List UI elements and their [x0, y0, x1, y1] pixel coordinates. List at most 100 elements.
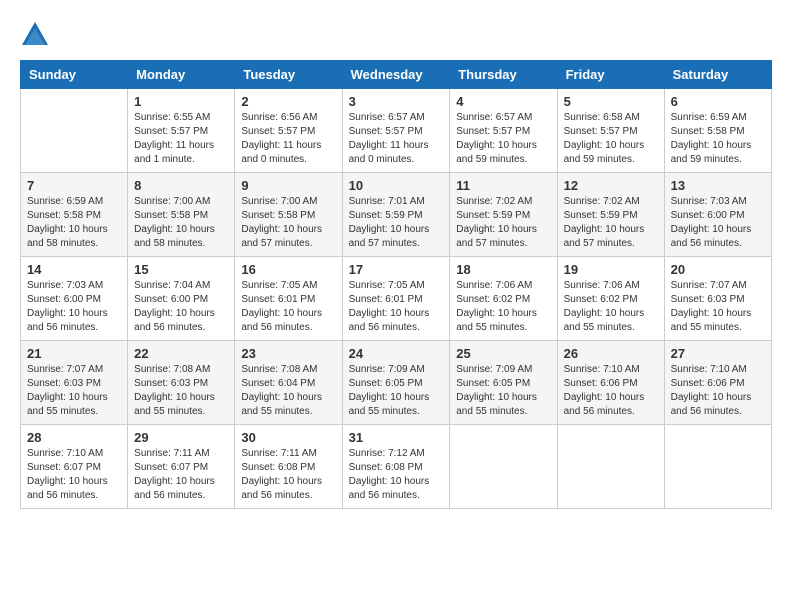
calendar-cell: 23Sunrise: 7:08 AM Sunset: 6:04 PM Dayli… [235, 341, 342, 425]
day-number: 24 [349, 346, 444, 361]
day-number: 3 [349, 94, 444, 109]
day-number: 9 [241, 178, 335, 193]
weekday-header: Wednesday [342, 61, 450, 89]
day-number: 1 [134, 94, 228, 109]
calendar-cell: 11Sunrise: 7:02 AM Sunset: 5:59 PM Dayli… [450, 173, 557, 257]
day-number: 4 [456, 94, 550, 109]
weekday-header: Monday [128, 61, 235, 89]
calendar-week-row: 14 Sunrise: 7:03 AM Sunset: 6:00 PM Dayli… [21, 257, 772, 341]
calendar-cell: 4 Sunrise: 6:57 AM Sunset: 5:57 PM Daylig… [450, 89, 557, 173]
day-number: 21 [27, 346, 121, 361]
calendar-cell [557, 425, 664, 509]
calendar-cell: 27 Sunrise: 7:10 AM Sunset: 6:06 PM Dayli… [664, 341, 771, 425]
calendar-cell: 20 Sunrise: 7:07 AM Sunset: 6:03 PM Dayli… [664, 257, 771, 341]
calendar-cell: 24 Sunrise: 7:09 AM Sunset: 6:05 PM Dayli… [342, 341, 450, 425]
day-info: Sunrise: 7:10 AM Sunset: 6:06 PM Dayligh… [564, 363, 658, 419]
day-number: 23 [241, 346, 335, 361]
calendar-cell: 9 Sunrise: 7:00 AM Sunset: 5:58 PM Daylig… [235, 173, 342, 257]
weekday-header: Thursday [450, 61, 557, 89]
day-info: Sunrise: 6:59 AM Sunset: 5:58 PM Dayligh… [27, 195, 121, 251]
calendar-cell: 8 Sunrise: 7:00 AM Sunset: 5:58 PM Daylig… [128, 173, 235, 257]
calendar-cell: 26 Sunrise: 7:10 AM Sunset: 6:06 PM Dayli… [557, 341, 664, 425]
calendar-cell: 10Sunrise: 7:01 AM Sunset: 5:59 PM Dayli… [342, 173, 450, 257]
day-info: Sunrise: 6:58 AM Sunset: 5:57 PM Dayligh… [564, 111, 658, 167]
page-header [20, 20, 772, 50]
calendar-cell: 6 Sunrise: 6:59 AM Sunset: 5:58 PM Daylig… [664, 89, 771, 173]
calendar-cell: 16Sunrise: 7:05 AM Sunset: 6:01 PM Dayli… [235, 257, 342, 341]
day-info: Sunrise: 6:57 AM Sunset: 5:57 PM Dayligh… [349, 111, 444, 167]
day-number: 26 [564, 346, 658, 361]
day-number: 17 [349, 262, 444, 277]
day-info: Sunrise: 7:06 AM Sunset: 6:02 PM Dayligh… [456, 279, 550, 335]
day-info: Sunrise: 7:06 AM Sunset: 6:02 PM Dayligh… [564, 279, 658, 335]
day-info: Sunrise: 7:02 AM Sunset: 5:59 PM Dayligh… [564, 195, 658, 251]
calendar-cell: 3 Sunrise: 6:57 AM Sunset: 5:57 PM Daylig… [342, 89, 450, 173]
calendar-cell [21, 89, 128, 173]
day-info: Sunrise: 7:03 AM Sunset: 6:00 PM Dayligh… [27, 279, 121, 335]
calendar-cell: 14 Sunrise: 7:03 AM Sunset: 6:00 PM Dayli… [21, 257, 128, 341]
calendar-cell: 7 Sunrise: 6:59 AM Sunset: 5:58 PM Daylig… [21, 173, 128, 257]
day-number: 6 [671, 94, 765, 109]
calendar-cell: 28 Sunrise: 7:10 AM Sunset: 6:07 PM Dayli… [21, 425, 128, 509]
calendar-cell [450, 425, 557, 509]
day-info: Sunrise: 7:03 AM Sunset: 6:00 PM Dayligh… [671, 195, 765, 251]
calendar-week-row: 1 Sunrise: 6:55 AM Sunset: 5:57 PM Daylig… [21, 89, 772, 173]
day-number: 31 [349, 430, 444, 445]
day-info: Sunrise: 7:11 AM Sunset: 6:08 PM Dayligh… [241, 447, 335, 503]
day-info: Sunrise: 7:07 AM Sunset: 6:03 PM Dayligh… [27, 363, 121, 419]
calendar-cell: 19 Sunrise: 7:06 AM Sunset: 6:02 PM Dayli… [557, 257, 664, 341]
calendar-cell: 25 Sunrise: 7:09 AM Sunset: 6:05 PM Dayli… [450, 341, 557, 425]
day-info: Sunrise: 6:57 AM Sunset: 5:57 PM Dayligh… [456, 111, 550, 167]
logo-icon [20, 20, 50, 50]
day-info: Sunrise: 6:59 AM Sunset: 5:58 PM Dayligh… [671, 111, 765, 167]
day-info: Sunrise: 7:08 AM Sunset: 6:03 PM Dayligh… [134, 363, 228, 419]
calendar-week-row: 28 Sunrise: 7:10 AM Sunset: 6:07 PM Dayli… [21, 425, 772, 509]
calendar-week-row: 21 Sunrise: 7:07 AM Sunset: 6:03 PM Dayli… [21, 341, 772, 425]
day-info: Sunrise: 7:10 AM Sunset: 6:06 PM Dayligh… [671, 363, 765, 419]
day-number: 25 [456, 346, 550, 361]
day-number: 30 [241, 430, 335, 445]
day-info: Sunrise: 7:10 AM Sunset: 6:07 PM Dayligh… [27, 447, 121, 503]
day-info: Sunrise: 6:55 AM Sunset: 5:57 PM Dayligh… [134, 111, 228, 167]
day-number: 8 [134, 178, 228, 193]
weekday-header: Tuesday [235, 61, 342, 89]
calendar-cell: 12 Sunrise: 7:02 AM Sunset: 5:59 PM Dayli… [557, 173, 664, 257]
day-number: 13 [671, 178, 765, 193]
day-number: 12 [564, 178, 658, 193]
calendar-cell: 22 Sunrise: 7:08 AM Sunset: 6:03 PM Dayli… [128, 341, 235, 425]
day-info: Sunrise: 7:05 AM Sunset: 6:01 PM Dayligh… [349, 279, 444, 335]
day-info: Sunrise: 6:56 AM Sunset: 5:57 PM Dayligh… [241, 111, 335, 167]
day-number: 19 [564, 262, 658, 277]
day-number: 18 [456, 262, 550, 277]
day-info: Sunrise: 7:09 AM Sunset: 6:05 PM Dayligh… [349, 363, 444, 419]
day-number: 10 [349, 178, 444, 193]
calendar-cell: 15 Sunrise: 7:04 AM Sunset: 6:00 PM Dayli… [128, 257, 235, 341]
calendar-cell: 17 Sunrise: 7:05 AM Sunset: 6:01 PM Dayli… [342, 257, 450, 341]
calendar-cell: 31Sunrise: 7:12 AM Sunset: 6:08 PM Dayli… [342, 425, 450, 509]
day-info: Sunrise: 7:09 AM Sunset: 6:05 PM Dayligh… [456, 363, 550, 419]
calendar-week-row: 7 Sunrise: 6:59 AM Sunset: 5:58 PM Daylig… [21, 173, 772, 257]
day-number: 27 [671, 346, 765, 361]
day-info: Sunrise: 7:05 AM Sunset: 6:01 PM Dayligh… [241, 279, 335, 335]
day-number: 22 [134, 346, 228, 361]
weekday-header: Friday [557, 61, 664, 89]
day-number: 20 [671, 262, 765, 277]
logo [20, 20, 54, 50]
day-number: 15 [134, 262, 228, 277]
day-info: Sunrise: 7:07 AM Sunset: 6:03 PM Dayligh… [671, 279, 765, 335]
calendar-cell: 18 Sunrise: 7:06 AM Sunset: 6:02 PM Dayli… [450, 257, 557, 341]
day-number: 2 [241, 94, 335, 109]
day-info: Sunrise: 7:00 AM Sunset: 5:58 PM Dayligh… [241, 195, 335, 251]
day-info: Sunrise: 7:00 AM Sunset: 5:58 PM Dayligh… [134, 195, 228, 251]
day-info: Sunrise: 7:04 AM Sunset: 6:00 PM Dayligh… [134, 279, 228, 335]
calendar-cell: 29Sunrise: 7:11 AM Sunset: 6:07 PM Dayli… [128, 425, 235, 509]
day-number: 7 [27, 178, 121, 193]
calendar-cell: 30 Sunrise: 7:11 AM Sunset: 6:08 PM Dayli… [235, 425, 342, 509]
weekday-header-row: SundayMondayTuesdayWednesdayThursdayFrid… [21, 61, 772, 89]
weekday-header: Saturday [664, 61, 771, 89]
calendar-cell: 2 Sunrise: 6:56 AM Sunset: 5:57 PM Daylig… [235, 89, 342, 173]
day-number: 14 [27, 262, 121, 277]
day-number: 11 [456, 178, 550, 193]
day-number: 28 [27, 430, 121, 445]
calendar-cell: 1 Sunrise: 6:55 AM Sunset: 5:57 PM Daylig… [128, 89, 235, 173]
